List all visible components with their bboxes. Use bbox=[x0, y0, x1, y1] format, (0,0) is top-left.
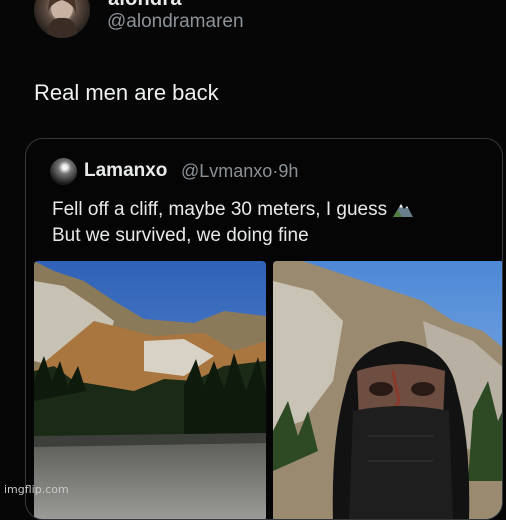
cliff-valley-photo[interactable] bbox=[34, 261, 266, 519]
quoted-text-1: Fell off a cliff, maybe 30 meters, I gue… bbox=[52, 199, 388, 220]
quoted-tweet-card[interactable]: Lamanxo @Lvmanxo·9h Fell off a cliff, ma… bbox=[25, 138, 503, 520]
quoted-display-name[interactable]: Lamanxo bbox=[84, 160, 167, 182]
display-name[interactable]: alondra bbox=[108, 0, 182, 11]
post-header: alondra @alondramaren bbox=[0, 0, 506, 60]
user-handle[interactable]: @alondramaren bbox=[107, 11, 244, 33]
snow-capped-mountain-icon bbox=[393, 201, 414, 223]
quoted-text-line-2: But we survived, we doing fine bbox=[52, 225, 309, 246]
quoted-meta: @Lvmanxo·9h bbox=[181, 161, 298, 182]
watermark: imgflip.com bbox=[4, 483, 69, 496]
quoted-avatar[interactable] bbox=[50, 158, 77, 185]
tweet-text: Real men are back bbox=[34, 80, 219, 105]
avatar[interactable] bbox=[34, 0, 90, 38]
balaclava-selfie-photo[interactable] bbox=[273, 261, 502, 519]
quoted-handle[interactable]: @Lvmanxo bbox=[181, 161, 272, 181]
quoted-text-line-1: Fell off a cliff, maybe 30 meters, I gue… bbox=[52, 199, 414, 223]
quoted-time[interactable]: 9h bbox=[278, 161, 298, 181]
